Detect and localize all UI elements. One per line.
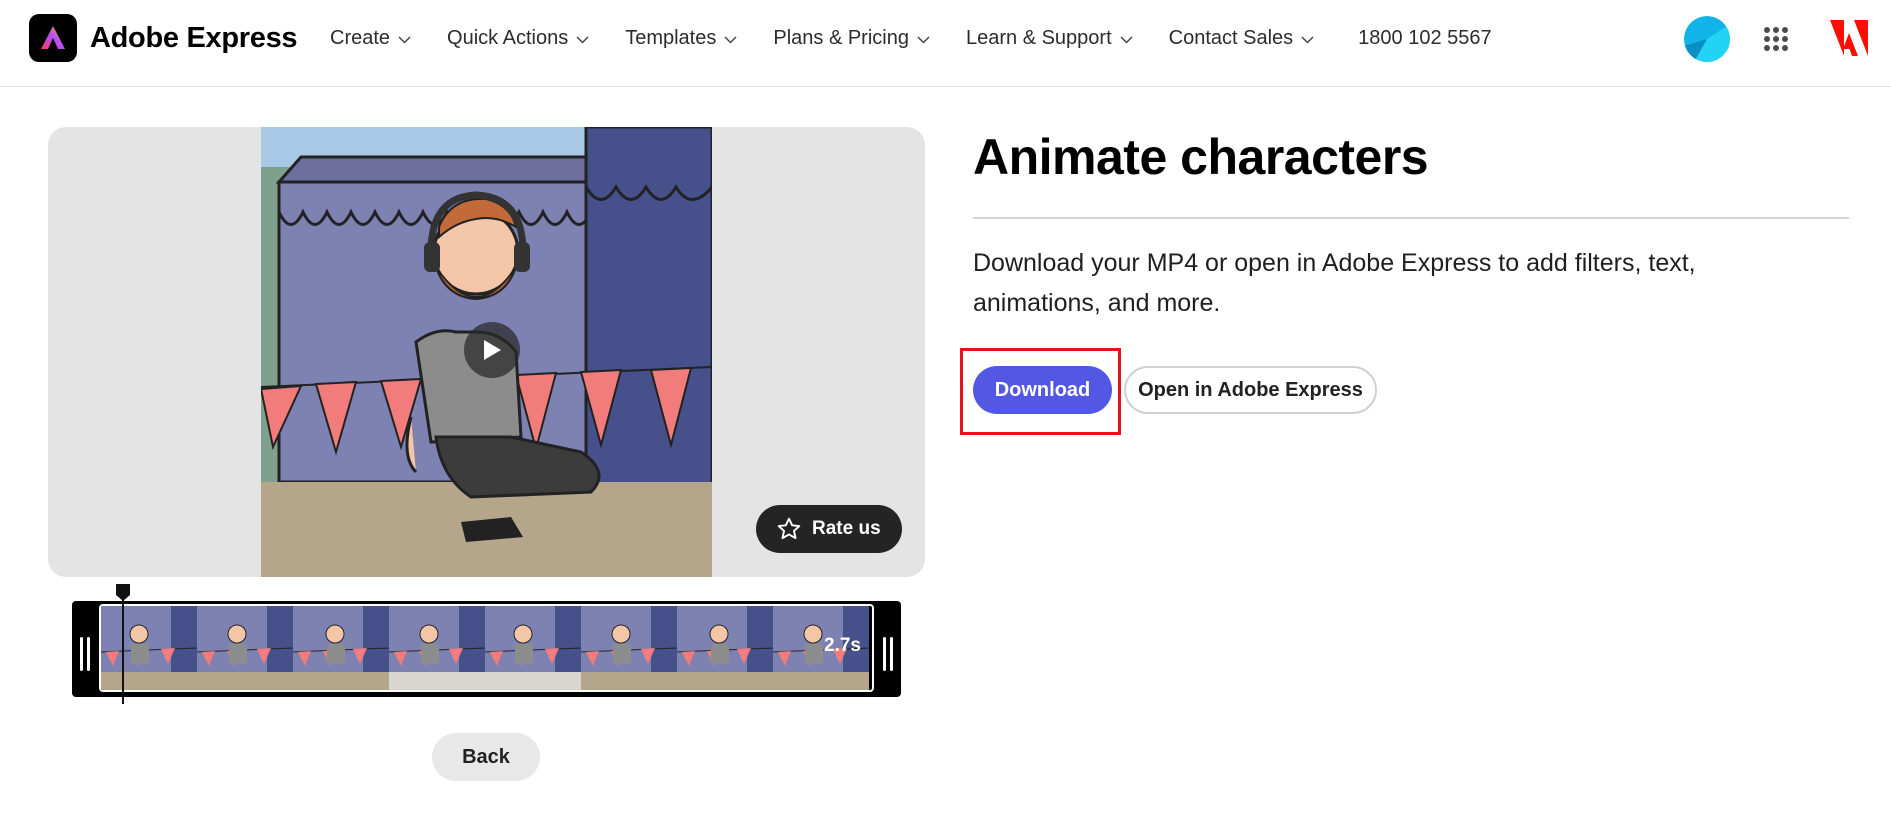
frame-thumbnail (581, 606, 677, 690)
nav-learn-support[interactable]: Learn & Support (966, 27, 1133, 50)
nav-plans-pricing-label: Plans & Pricing (773, 27, 909, 49)
frame-thumbnail (389, 606, 485, 690)
frame-strip[interactable] (99, 604, 874, 692)
trim-end-handle[interactable] (883, 637, 893, 671)
frame-thumbnail (197, 606, 293, 690)
clip-duration: 2.7s (824, 635, 861, 656)
download-button[interactable]: Download (973, 366, 1112, 414)
nav-learn-support-label: Learn & Support (965, 27, 1112, 49)
video-preview: Rate us (48, 127, 925, 577)
back-button[interactable]: Back (432, 733, 540, 781)
nav-templates[interactable]: Templates (625, 27, 737, 50)
chevron-down-icon (576, 35, 589, 44)
play-button[interactable] (464, 322, 520, 378)
nav-quick-actions[interactable]: Quick Actions (447, 27, 589, 50)
frame-thumbnail (677, 606, 773, 690)
star-icon (776, 516, 802, 542)
main-nav: Create Quick Actions Templates Plans & P… (330, 0, 1492, 77)
nav-create-label: Create (330, 27, 391, 49)
video-trim-timeline[interactable]: 2.7s (72, 601, 901, 697)
chevron-down-icon (398, 35, 411, 44)
adobe-express-icon (29, 14, 77, 62)
nav-contact-sales-label: Contact Sales (1168, 27, 1294, 49)
nav-quick-actions-label: Quick Actions (447, 27, 569, 49)
chevron-down-icon (917, 35, 930, 44)
nav-plans-pricing[interactable]: Plans & Pricing (773, 27, 930, 50)
rate-us-button[interactable]: Rate us (756, 505, 902, 553)
chevron-down-icon (1120, 35, 1133, 44)
frame-thumbnail (293, 606, 389, 690)
chevron-down-icon (1301, 35, 1314, 44)
open-in-adobe-express-button[interactable]: Open in Adobe Express (1124, 366, 1377, 414)
frame-thumbnail (485, 606, 581, 690)
rate-us-label: Rate us (812, 518, 881, 539)
title-divider (973, 217, 1849, 219)
brand-name: Adobe Express (90, 21, 298, 54)
page-title: Animate characters (973, 129, 1429, 185)
description: Download your MP4 or open in Adobe Expre… (973, 249, 1696, 317)
phone-number[interactable]: 1800 102 5567 (1358, 27, 1491, 50)
nav-templates-label: Templates (625, 27, 717, 49)
user-avatar[interactable] (1684, 16, 1730, 62)
adobe-express-logo[interactable]: Adobe Express (29, 14, 298, 62)
apps-grid-icon[interactable] (1764, 27, 1788, 51)
chevron-down-icon (724, 35, 737, 44)
trim-start-handle[interactable] (80, 637, 90, 671)
adobe-logo-icon[interactable] (1830, 20, 1868, 56)
nav-contact-sales[interactable]: Contact Sales (1169, 27, 1315, 50)
top-navigation-bar: Adobe Express Create Quick Actions Templ… (0, 0, 1891, 87)
nav-create[interactable]: Create (330, 27, 411, 50)
timeline-playhead[interactable] (114, 584, 132, 704)
play-icon (484, 340, 501, 360)
